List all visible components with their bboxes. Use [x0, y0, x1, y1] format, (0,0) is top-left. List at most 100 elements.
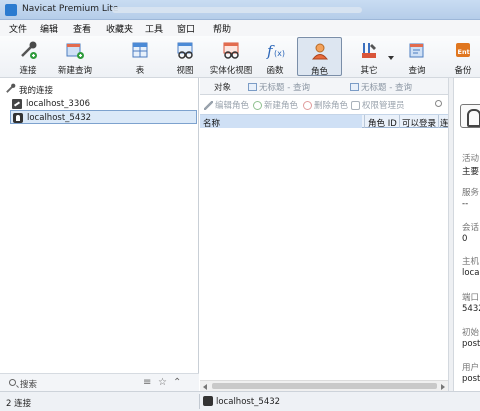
- postgresql-connection-icon: [13, 113, 23, 123]
- info-value: 5432: [462, 304, 480, 314]
- menu-file[interactable]: 文件: [9, 22, 27, 35]
- mysql-connection-icon: [12, 99, 22, 109]
- privilege-icon: [351, 101, 360, 110]
- info-label: 初始: [462, 328, 480, 338]
- connection-count: 2 连接: [6, 399, 32, 409]
- other-dropdown-caret[interactable]: [388, 56, 394, 60]
- app-icon: [5, 4, 17, 16]
- filter-icon[interactable]: ≡: [143, 378, 151, 388]
- info-value: post: [462, 339, 480, 349]
- tree-search-input[interactable]: 搜索: [20, 378, 37, 390]
- toolbar-materialized-view-button[interactable]: 实体化视图: [207, 37, 255, 76]
- active-connection-name: localhost_5432: [216, 397, 281, 407]
- menu-favorites[interactable]: 收藏夹: [106, 22, 133, 35]
- connect-icon: [21, 41, 37, 59]
- menu-help[interactable]: 帮助: [213, 22, 231, 35]
- role-toolbar: 编辑角色 新建角色 删除角色 权限管理员: [200, 96, 448, 113]
- privilege-manager-button[interactable]: 权限管理员: [351, 99, 405, 111]
- delete-role-button[interactable]: 删除角色: [303, 99, 348, 111]
- connections-group-icon: [6, 83, 16, 93]
- collapse-icon[interactable]: ⌃: [173, 378, 181, 388]
- toolbar-other-button[interactable]: 其它: [352, 37, 386, 76]
- toolbar-query-button[interactable]: 查询: [400, 37, 434, 76]
- edit-role-button[interactable]: 编辑角色: [204, 99, 249, 111]
- toolbar-connect-button[interactable]: 连接: [6, 37, 50, 76]
- search-icon[interactable]: [435, 100, 442, 107]
- scroll-thumb[interactable]: [212, 383, 437, 389]
- svg-text:Ent: Ent: [458, 48, 470, 56]
- info-value: 主要: [462, 167, 480, 177]
- info-label: 端口: [462, 293, 480, 303]
- postgresql-large-icon: [460, 104, 480, 128]
- toolbar-view-button[interactable]: 视图: [166, 37, 204, 76]
- connection-tree-panel: 我的连接 localhost_3306 localhost_5432 搜索 ≡ …: [0, 78, 199, 391]
- title-bar: Navicat Premium Lite: [0, 0, 480, 20]
- search-icon: [9, 379, 16, 386]
- toolbar-table-button[interactable]: 表: [122, 37, 158, 76]
- toolbar-role-label: 角色: [310, 67, 328, 77]
- column-divider: [364, 115, 365, 128]
- backup-icon: Ent: [456, 43, 470, 57]
- menu-bar: 文件 编辑 查看 收藏夹 工具 窗口 帮助: [0, 20, 480, 36]
- minus-icon: [303, 101, 312, 110]
- info-value: post: [462, 374, 480, 384]
- title-extra-blurred: [112, 7, 362, 13]
- toolbar-function-button[interactable]: f (x) 函数: [259, 37, 291, 76]
- info-label: 用户: [462, 363, 480, 373]
- privilege-manager-label: 权限管理员: [362, 101, 405, 111]
- menu-view[interactable]: 查看: [73, 22, 91, 35]
- new-role-button[interactable]: 新建角色: [253, 99, 298, 111]
- info-label: 活动: [462, 154, 480, 164]
- roles-grid-body[interactable]: [200, 128, 448, 380]
- role-icon: [311, 43, 328, 60]
- tab-label: 无标题 - 查询: [259, 83, 310, 93]
- toolbar-role-button[interactable]: 角色: [297, 37, 342, 77]
- scroll-left-icon[interactable]: [203, 384, 207, 390]
- window-title: Navicat Premium Lite: [22, 4, 119, 14]
- menu-window[interactable]: 窗口: [177, 22, 195, 35]
- info-label: 会话: [462, 223, 480, 233]
- status-bar: 2 连接 localhost_5432: [0, 391, 480, 411]
- star-icon[interactable]: ☆: [158, 378, 167, 388]
- info-label: 主机: [462, 257, 480, 267]
- connection-label: localhost_3306: [26, 99, 91, 109]
- toolbar-backup-label: 备份: [454, 66, 472, 76]
- info-label: 服务: [462, 188, 480, 198]
- object-info-panel: 活动 主要 服务 -- 会话 0 主机 local 端口 5432 初始 pos…: [455, 78, 480, 391]
- panel-splitter[interactable]: [448, 78, 454, 391]
- toolbar-backup-button[interactable]: Ent 备份: [446, 37, 480, 76]
- tab-untitled-query-1[interactable]: 无标题 - 查询: [248, 81, 310, 93]
- connection-item-postgresql[interactable]: localhost_5432: [10, 110, 197, 124]
- query-tab-icon: [248, 83, 257, 91]
- tab-untitled-query-2[interactable]: 无标题 - 查询: [350, 81, 412, 93]
- toolbar-connect-label: 连接: [19, 66, 37, 76]
- connection-item-mysql[interactable]: localhost_3306: [10, 97, 197, 111]
- toolbar-view-label: 视图: [176, 66, 194, 76]
- postgresql-status-icon: [203, 396, 213, 406]
- horizontal-scrollbar[interactable]: [200, 380, 448, 391]
- toolbar-other-label: 其它: [360, 66, 378, 76]
- tree-search-bar: 搜索 ≡ ☆ ⌃: [0, 373, 199, 391]
- tab-label: 无标题 - 查询: [361, 83, 412, 93]
- info-value: 0: [462, 234, 468, 244]
- roles-grid-header: 名称 角色 ID 可以登录 连: [200, 114, 449, 129]
- main-toolbar: 连接 新建查询 表 视图 实体化视图 f (x) 函数 角色 其它 查询 Ent…: [0, 36, 480, 78]
- toolbar-table-label: 表: [135, 66, 145, 76]
- toolbar-query-label: 查询: [408, 66, 426, 76]
- my-connections-label: 我的连接: [19, 86, 54, 96]
- toolbar-new-query-button[interactable]: 新建查询: [52, 37, 98, 76]
- scroll-right-icon[interactable]: [441, 384, 445, 390]
- menu-tools[interactable]: 工具: [145, 22, 163, 35]
- tab-objects[interactable]: 对象: [214, 81, 231, 93]
- info-value: local: [462, 268, 480, 278]
- pencil-icon: [204, 101, 213, 110]
- name-column-highlight: [200, 115, 362, 128]
- menu-edit[interactable]: 编辑: [40, 22, 58, 35]
- table-icon: [132, 42, 148, 58]
- status-divider: [199, 394, 200, 409]
- plus-icon: [253, 101, 262, 110]
- edit-role-label: 编辑角色: [215, 101, 250, 111]
- svg-text:(x): (x): [274, 49, 285, 58]
- materialized-view-icon: [223, 42, 239, 59]
- toolbar-function-label: 函数: [266, 66, 284, 76]
